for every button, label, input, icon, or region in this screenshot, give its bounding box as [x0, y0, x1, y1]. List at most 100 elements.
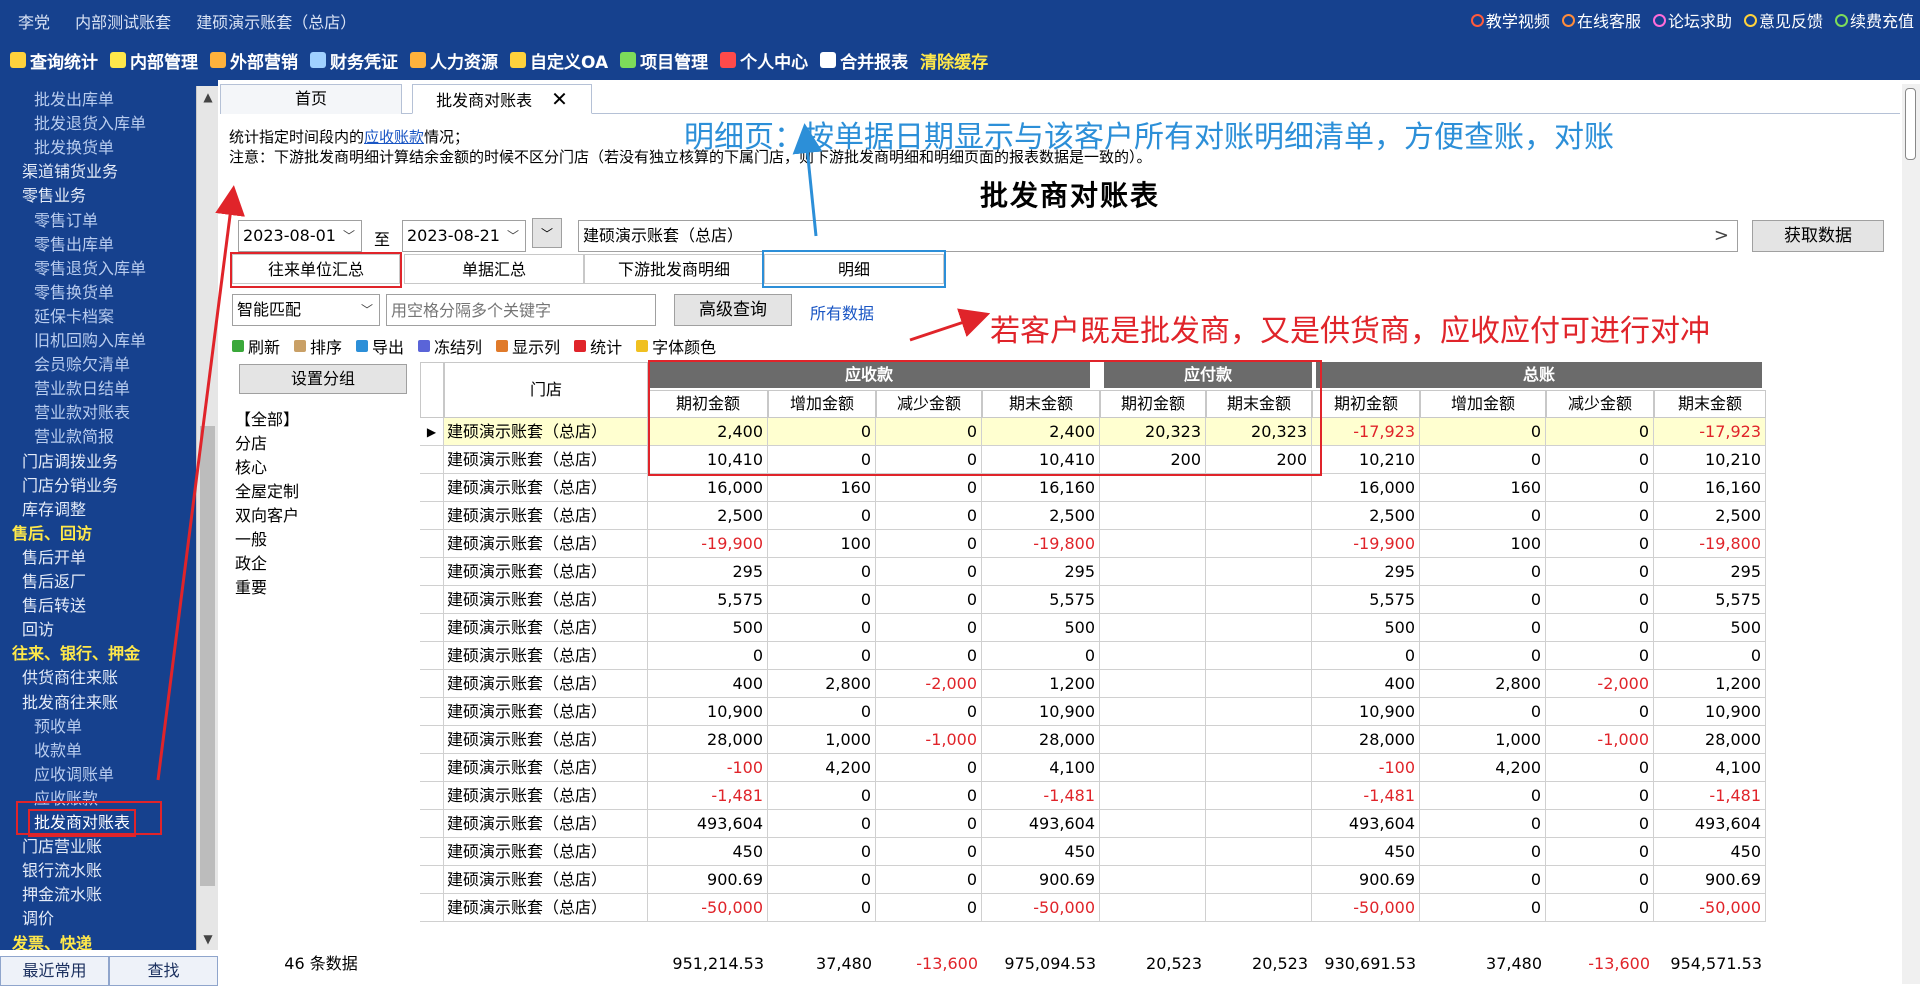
sidebar-item[interactable]: 门店营业账: [22, 835, 102, 859]
sidebar-item[interactable]: 零售订单: [34, 209, 98, 233]
scroll-down-icon[interactable]: ▼: [197, 928, 219, 950]
toolbar-button[interactable]: 字体颜色: [636, 334, 716, 358]
sidebar-item[interactable]: 预收单: [34, 715, 82, 739]
toolbar-button[interactable]: 显示列: [496, 334, 560, 358]
keyword-input[interactable]: [386, 294, 656, 326]
group-item[interactable]: 政企: [232, 552, 410, 576]
toolbar-button[interactable]: 冻结列: [418, 334, 482, 358]
group-item[interactable]: 核心: [232, 456, 410, 480]
toolbar-button[interactable]: 统计: [574, 334, 622, 358]
date-to-input[interactable]: 2023-08-21 ﹀: [402, 220, 526, 252]
search-tab[interactable]: 查找: [109, 956, 218, 986]
sidebar-item[interactable]: 门店分销业务: [22, 474, 118, 498]
menu-item[interactable]: 清除缓存: [920, 48, 988, 73]
sidebar-item[interactable]: 营业款简报: [34, 425, 114, 449]
menu-item[interactable]: 自定义OA: [510, 48, 608, 73]
top-link[interactable]: 在线客服: [1561, 8, 1641, 32]
advanced-search-button[interactable]: 高级查询: [674, 294, 792, 326]
menu-item[interactable]: 合并报表: [820, 48, 908, 73]
top-link[interactable]: 教学视频: [1470, 8, 1550, 32]
column-header[interactable]: 增加金额: [1420, 390, 1546, 418]
sidebar-item[interactable]: 应收调账单: [34, 763, 114, 787]
sidebar-item[interactable]: 零售换货单: [34, 281, 114, 305]
table-row[interactable]: 建硕演示账套（总店） 10,900 0 0 10,900 10,900 0 0 10,900: [420, 698, 1766, 726]
sidebar-item[interactable]: 批发退货入库单: [34, 112, 146, 136]
date-preset-button[interactable]: ﹀: [532, 218, 562, 248]
top-link[interactable]: 续费充值: [1834, 8, 1914, 32]
sidebar-scroll-thumb[interactable]: [200, 426, 215, 886]
menu-item[interactable]: 外部营销: [210, 48, 298, 73]
tab-home[interactable]: 首页: [220, 84, 402, 114]
sidebar-item[interactable]: 门店调拨业务: [22, 450, 118, 474]
table-row[interactable]: 建硕演示账套（总店） 28,000 1,000 -1,000 28,000 28,000 1…: [420, 726, 1766, 754]
toolbar-button[interactable]: 排序: [294, 334, 342, 358]
menu-item[interactable]: 个人中心: [720, 48, 808, 73]
chevron-down-icon[interactable]: ﹀: [507, 221, 519, 251]
sidebar-item[interactable]: 旧机回购入库单: [34, 329, 146, 353]
menu-item[interactable]: 人力资源: [410, 48, 498, 73]
table-row[interactable]: 建硕演示账套（总店） 5,575 0 0 5,575 5,575 0 0 5,575: [420, 586, 1766, 614]
sidebar-item[interactable]: 库存调整: [22, 498, 86, 522]
group-item[interactable]: 重要: [232, 576, 410, 600]
subtab-downstream-detail[interactable]: 下游批发商明细: [584, 254, 764, 284]
menu-item[interactable]: 项目管理: [620, 48, 708, 73]
sidebar-item[interactable]: 延保卡档案: [34, 305, 114, 329]
menu-item[interactable]: 财务凭证: [310, 48, 398, 73]
sidebar-item[interactable]: 往来、银行、押金: [12, 642, 140, 666]
menu-item[interactable]: 查询统计: [10, 48, 98, 73]
fetch-data-button[interactable]: 获取数据: [1752, 220, 1884, 252]
sidebar-item[interactable]: 银行流水账: [22, 859, 102, 883]
scroll-up-icon[interactable]: ▲: [197, 86, 219, 108]
table-row[interactable]: 建硕演示账套（总店） -100 4,200 0 4,100 -100 4,200 0 4,100: [420, 754, 1766, 782]
table-row[interactable]: 建硕演示账套（总店） 500 0 0 500 500 0 0 500: [420, 614, 1766, 642]
table-row[interactable]: 建硕演示账套（总店） -19,900 100 0 -19,800 -19,900 100 0-…: [420, 530, 1766, 558]
table-row[interactable]: 建硕演示账套（总店） 493,604 0 0 493,604 493,604 0 0 493,6…: [420, 810, 1766, 838]
sidebar-item[interactable]: 押金流水账: [22, 883, 102, 907]
recent-tab[interactable]: 最近常用: [0, 956, 109, 986]
sidebar-scrollbar[interactable]: ▲ ▼: [196, 86, 218, 950]
sidebar-item[interactable]: 批发出库单: [34, 88, 114, 112]
toolbar-button[interactable]: 导出: [356, 334, 404, 358]
table-row[interactable]: 建硕演示账套（总店） 0 0 0 0 0 0 0 0: [420, 642, 1766, 670]
content-scrollbar[interactable]: [1902, 84, 1920, 984]
sidebar-item[interactable]: 营业款对账表: [34, 401, 130, 425]
sidebar-item[interactable]: 售后转送: [22, 594, 86, 618]
group-item[interactable]: 分店: [232, 432, 410, 456]
sidebar-item[interactable]: 回访: [22, 618, 54, 642]
subtab-document-summary[interactable]: 单据汇总: [404, 254, 584, 284]
sidebar-item[interactable]: 批发换货单: [34, 136, 114, 160]
sidebar-item[interactable]: 营业款日结单: [34, 377, 130, 401]
sidebar-item[interactable]: 渠道铺货业务: [22, 160, 118, 184]
close-icon[interactable]: ✕: [551, 87, 568, 111]
store-column-header[interactable]: 门店: [444, 362, 648, 418]
match-mode-select[interactable]: 智能匹配 ﹀: [232, 294, 380, 326]
column-header[interactable]: 减少金额: [1546, 390, 1654, 418]
table-row[interactable]: 建硕演示账套（总店） 900.69 0 0 900.69 900.69 0 0 900.69: [420, 866, 1766, 894]
table-row[interactable]: 建硕演示账套（总店） 450 0 0 450 450 0 0 450: [420, 838, 1766, 866]
sidebar-item[interactable]: 售后返厂: [22, 570, 86, 594]
sidebar-item[interactable]: 会员赊欠清单: [34, 353, 130, 377]
company-selector[interactable]: 建硕演示账套（总店） >: [578, 220, 1738, 252]
sidebar-item[interactable]: 零售业务: [22, 184, 86, 208]
group-item[interactable]: 一般: [232, 528, 410, 552]
menu-item[interactable]: 内部管理: [110, 48, 198, 73]
sidebar-item[interactable]: 调价: [22, 907, 54, 931]
column-header[interactable]: 期末金额: [1654, 390, 1766, 418]
receivables-link[interactable]: 应收账款: [364, 128, 424, 146]
top-link[interactable]: 论坛求助: [1652, 8, 1732, 32]
date-from-input[interactable]: 2023-08-01 ﹀: [238, 220, 362, 252]
group-item[interactable]: 全屋定制: [232, 480, 410, 504]
column-header[interactable]: 期初金额: [1312, 390, 1420, 418]
set-group-button[interactable]: 设置分组: [239, 364, 407, 394]
sidebar-item[interactable]: 零售出库单: [34, 233, 114, 257]
sidebar-item[interactable]: 售后开单: [22, 546, 86, 570]
top-link[interactable]: 意见反馈: [1743, 8, 1823, 32]
chevron-right-icon[interactable]: >: [1714, 221, 1729, 251]
sidebar-item[interactable]: 批发商往来账: [22, 691, 118, 715]
chevron-down-icon[interactable]: ﹀: [361, 295, 373, 325]
table-row[interactable]: 建硕演示账套（总店） -1,481 0 0 -1,481 -1,481 0 0 -1,481: [420, 782, 1766, 810]
table-row[interactable]: 建硕演示账套（总店） 400 2,800 -2,000 1,200 400 2,800 -2,…: [420, 670, 1766, 698]
sidebar-item[interactable]: 发票、快递: [12, 932, 92, 951]
table-row[interactable]: 建硕演示账套（总店） 295 0 0 295 295 0 0 295: [420, 558, 1766, 586]
content-scroll-thumb[interactable]: [1905, 88, 1916, 160]
